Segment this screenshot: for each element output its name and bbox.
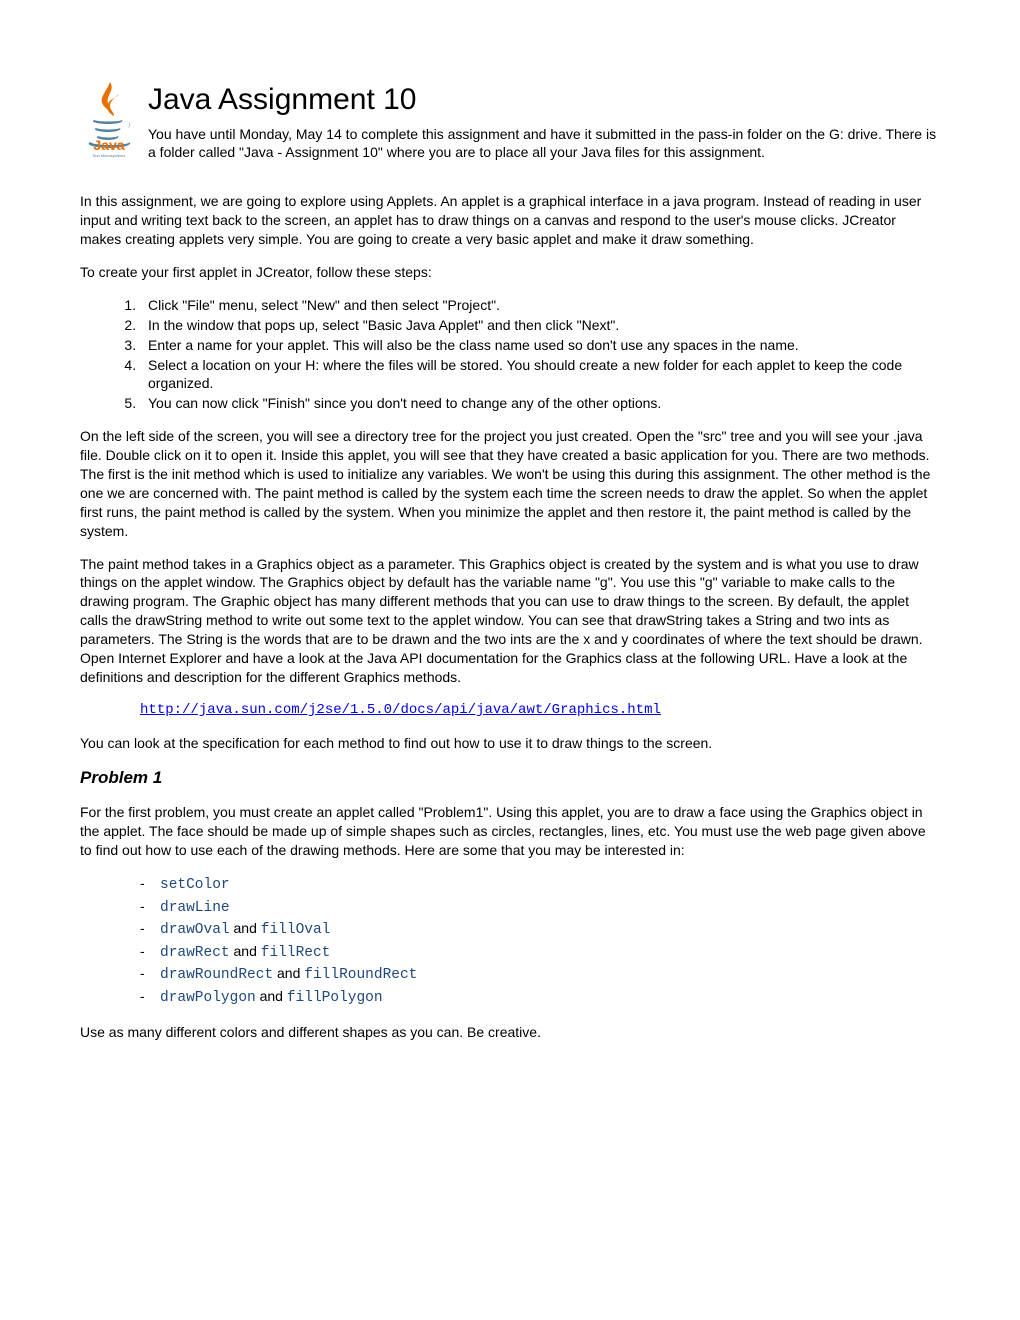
methods-list: -setColor -drawLine -drawOval and fillOv…	[140, 874, 940, 1008]
method-item: -drawOval and fillOval	[140, 919, 940, 941]
method-item: -drawRoundRect and fillRoundRect	[140, 964, 940, 986]
method-item: -setColor	[140, 874, 940, 896]
problem-1-heading: Problem 1	[80, 767, 940, 790]
method-name: fillRect	[261, 945, 331, 961]
steps-list: Click "File" menu, select "New" and then…	[140, 296, 940, 413]
method-name: fillRoundRect	[304, 967, 417, 983]
paragraph-4: The paint method takes in a Graphics obj…	[80, 555, 940, 687]
step-item: Select a location on your H: where the f…	[140, 356, 940, 394]
method-name: drawOval	[160, 922, 230, 938]
method-name: fillPolygon	[287, 990, 383, 1006]
intro-paragraph: You have until Monday, May 14 to complet…	[148, 125, 940, 163]
problem-1-paragraph: For the first problem, you must create a…	[80, 803, 940, 860]
method-name: drawLine	[160, 900, 230, 916]
method-name: fillOval	[261, 922, 331, 938]
step-item: Click "File" menu, select "New" and then…	[140, 296, 940, 315]
paragraph-3: On the left side of the screen, you will…	[80, 427, 940, 540]
steps-intro: To create your first applet in JCreator,…	[80, 263, 940, 282]
method-name: setColor	[160, 877, 230, 893]
url-block: http://java.sun.com/j2se/1.5.0/docs/api/…	[140, 701, 940, 720]
closing-paragraph: Use as many different colors and differe…	[80, 1023, 940, 1042]
method-name: drawRoundRect	[160, 967, 273, 983]
step-item: Enter a name for your applet. This will …	[140, 336, 940, 355]
svg-text:Sun Microsystems: Sun Microsystems	[93, 153, 126, 158]
header-text-block: Java Assignment 10 You have until Monday…	[148, 80, 940, 176]
method-name: drawPolygon	[160, 990, 256, 1006]
svg-text:Java: Java	[93, 137, 124, 153]
graphics-api-link[interactable]: http://java.sun.com/j2se/1.5.0/docs/api/…	[140, 702, 661, 718]
method-item: -drawRect and fillRect	[140, 942, 940, 964]
method-item: -drawLine	[140, 897, 940, 919]
paragraph-2: In this assignment, we are going to expl…	[80, 192, 940, 249]
paragraph-5: You can look at the specification for ea…	[80, 734, 940, 753]
method-item: -drawPolygon and fillPolygon	[140, 987, 940, 1009]
step-item: You can now click "Finish" since you don…	[140, 394, 940, 413]
java-logo-icon: Java Sun Microsystems	[80, 80, 138, 160]
document-header: Java Sun Microsystems Java Assignment 10…	[80, 80, 940, 176]
page-title: Java Assignment 10	[148, 80, 940, 121]
method-name: drawRect	[160, 945, 230, 961]
step-item: In the window that pops up, select "Basi…	[140, 316, 940, 335]
